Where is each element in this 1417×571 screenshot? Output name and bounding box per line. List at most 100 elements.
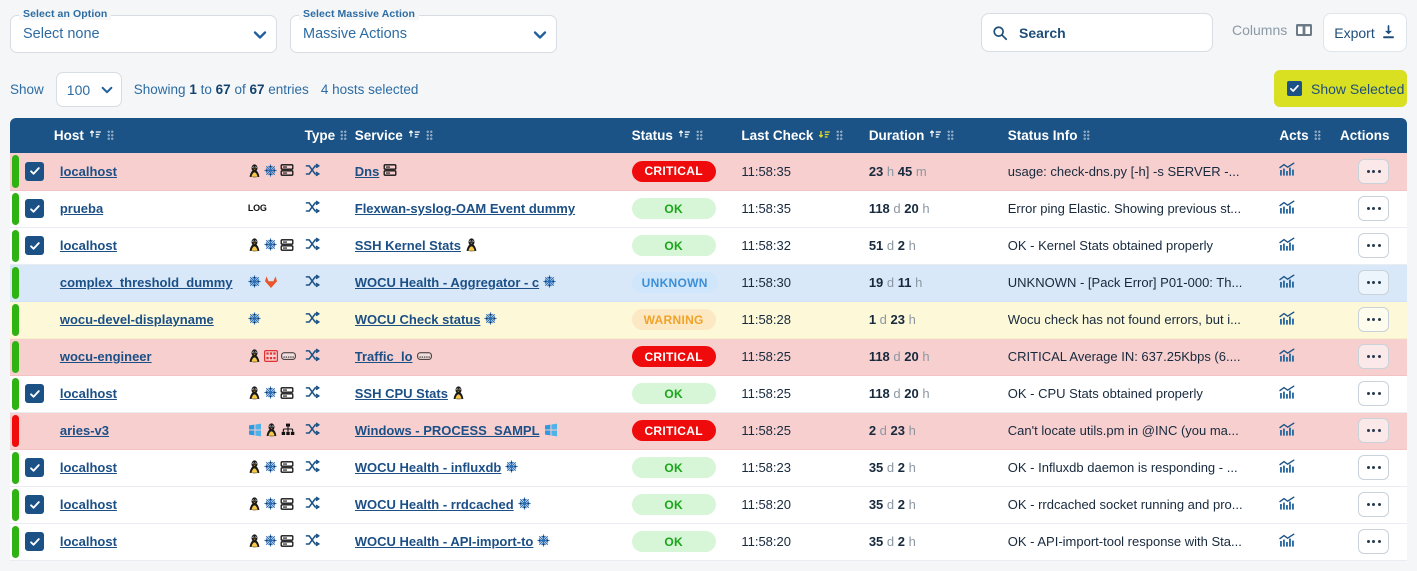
table-row[interactable]: aries-v3 Windows - PROCESS_SAMPL CRITICAL 1… [10,412,1407,450]
row-select-cell[interactable] [20,338,54,376]
actions-cell[interactable] [1340,486,1407,524]
row-checkbox[interactable] [25,236,45,255]
service-cell[interactable]: Traffic_lo [354,338,632,376]
actions-cell[interactable] [1340,264,1407,302]
th-status[interactable]: Status [631,118,742,153]
row-actions-menu-button[interactable] [1358,196,1389,221]
metrics-chart-icon[interactable] [1279,385,1295,403]
metrics-chart-icon[interactable] [1279,237,1295,255]
actions-cell[interactable] [1340,338,1407,376]
metrics-chart-icon[interactable] [1279,311,1295,329]
row-actions-menu-button[interactable] [1358,344,1389,369]
search-input[interactable] [1017,23,1202,42]
column-resize-grip[interactable] [836,130,844,141]
service-link[interactable]: Windows - PROCESS_SAMPL [355,423,540,438]
row-select-cell[interactable] [20,449,54,487]
sort-icon[interactable] [89,129,102,142]
sort-icon-active[interactable] [818,129,831,142]
service-link[interactable]: SSH CPU Stats [355,386,448,401]
row-actions-menu-button[interactable] [1358,418,1389,443]
column-resize-grip[interactable] [695,130,703,141]
service-cell[interactable]: Dns [354,153,632,191]
host-link[interactable]: prueba [60,201,103,216]
host-link[interactable]: wocu-engineer [60,349,152,364]
column-resize-grip[interactable] [425,130,433,141]
metrics-chart-icon[interactable] [1279,533,1295,551]
export-button[interactable]: Export [1323,13,1407,52]
acts-cell[interactable] [1279,375,1341,413]
service-cell[interactable]: SSH CPU Stats [354,375,632,413]
column-resize-grip[interactable] [340,130,348,141]
metrics-chart-icon[interactable] [1279,422,1295,440]
row-actions-menu-button[interactable] [1358,158,1389,184]
row-select-cell[interactable] [20,412,54,450]
metrics-chart-icon[interactable] [1279,496,1295,514]
metrics-chart-icon[interactable] [1279,348,1295,366]
table-row[interactable]: prueba LOG Flexwan-syslog-OAM Event dummy O… [10,190,1407,228]
service-cell[interactable]: WOCU Check status [354,301,632,339]
row-select-cell[interactable] [20,301,54,339]
acts-cell[interactable] [1279,227,1341,265]
actions-cell[interactable] [1340,412,1407,450]
table-row[interactable]: localhost WOCU Health - influxdb OK 11:58:2… [10,449,1407,487]
row-select-cell[interactable] [20,523,54,561]
th-duration[interactable]: Duration [868,118,1008,153]
select-an-option-dropdown[interactable]: Select an Option Select none [10,8,277,53]
actions-cell[interactable] [1340,449,1407,487]
service-link[interactable]: Traffic_lo [355,349,413,364]
metrics-chart-icon[interactable] [1279,459,1295,477]
metrics-chart-icon[interactable] [1279,274,1295,292]
row-actions-menu-button[interactable] [1358,492,1389,517]
host-link[interactable]: complex_threshold_dummy [60,275,233,290]
acts-cell[interactable] [1279,449,1341,487]
host-link[interactable]: localhost [60,497,117,512]
row-select-cell[interactable] [20,486,54,524]
acts-cell[interactable] [1279,190,1341,228]
row-actions-menu-button[interactable] [1358,233,1389,258]
row-checkbox[interactable] [25,384,45,403]
service-cell[interactable]: WOCU Health - rrdcached [354,486,632,524]
column-resize-grip[interactable] [1313,130,1321,141]
row-checkbox[interactable] [25,532,45,551]
table-row[interactable]: complex_threshold_dummy WOCU Health - Agg… [10,264,1407,302]
service-cell[interactable]: WOCU Health - Aggregator - c [354,264,632,302]
table-row[interactable]: localhost SSH Kernel Stats OK 11:58:32 51 d … [10,227,1407,265]
service-link[interactable]: WOCU Health - influxdb [355,460,502,475]
metrics-chart-icon[interactable] [1279,200,1295,218]
row-actions-menu-button[interactable] [1358,270,1389,295]
actions-cell[interactable] [1340,375,1407,413]
page-size-select[interactable]: 100 [55,72,122,107]
row-checkbox[interactable] [25,161,45,181]
column-resize-grip[interactable] [1082,130,1090,141]
acts-cell[interactable] [1279,264,1341,302]
th-host[interactable]: Host [53,118,242,153]
actions-cell[interactable] [1340,153,1407,191]
show-selected-checkbox[interactable] [1287,81,1302,96]
service-link[interactable]: SSH Kernel Stats [355,238,461,253]
host-cell[interactable]: aries-v3 [53,412,242,450]
service-link[interactable]: WOCU Health - API-import-to [355,534,534,549]
acts-cell[interactable] [1279,486,1341,524]
sort-icon[interactable] [678,129,691,142]
row-checkbox[interactable] [25,199,45,218]
metrics-chart-icon[interactable] [1279,162,1295,180]
table-row[interactable]: wocu-devel-displayname WOCU Check status W… [10,301,1407,339]
host-link[interactable]: localhost [60,386,117,401]
host-cell[interactable]: localhost [53,153,242,191]
sort-icon[interactable] [408,129,421,142]
table-row[interactable]: localhost WOCU Health - API-import-to OK 11… [10,523,1407,561]
host-link[interactable]: localhost [60,534,117,549]
columns-button[interactable]: Columns [1232,22,1313,38]
host-cell[interactable]: wocu-engineer [53,338,242,376]
host-link[interactable]: localhost [60,238,117,253]
table-row[interactable]: localhost SSH CPU Stats OK 11:58:25 118 d 20… [10,375,1407,413]
table-row[interactable]: localhost WOCU Health - rrdcached OK 11:58:… [10,486,1407,524]
service-link[interactable]: Dns [355,164,380,179]
actions-cell[interactable] [1340,301,1407,339]
actions-cell[interactable] [1340,190,1407,228]
row-actions-menu-button[interactable] [1358,455,1389,480]
service-cell[interactable]: SSH Kernel Stats [354,227,632,265]
show-selected-button[interactable]: Show Selected [1274,70,1407,107]
row-actions-menu-button[interactable] [1358,307,1389,332]
service-cell[interactable]: WOCU Health - API-import-to [354,523,632,561]
